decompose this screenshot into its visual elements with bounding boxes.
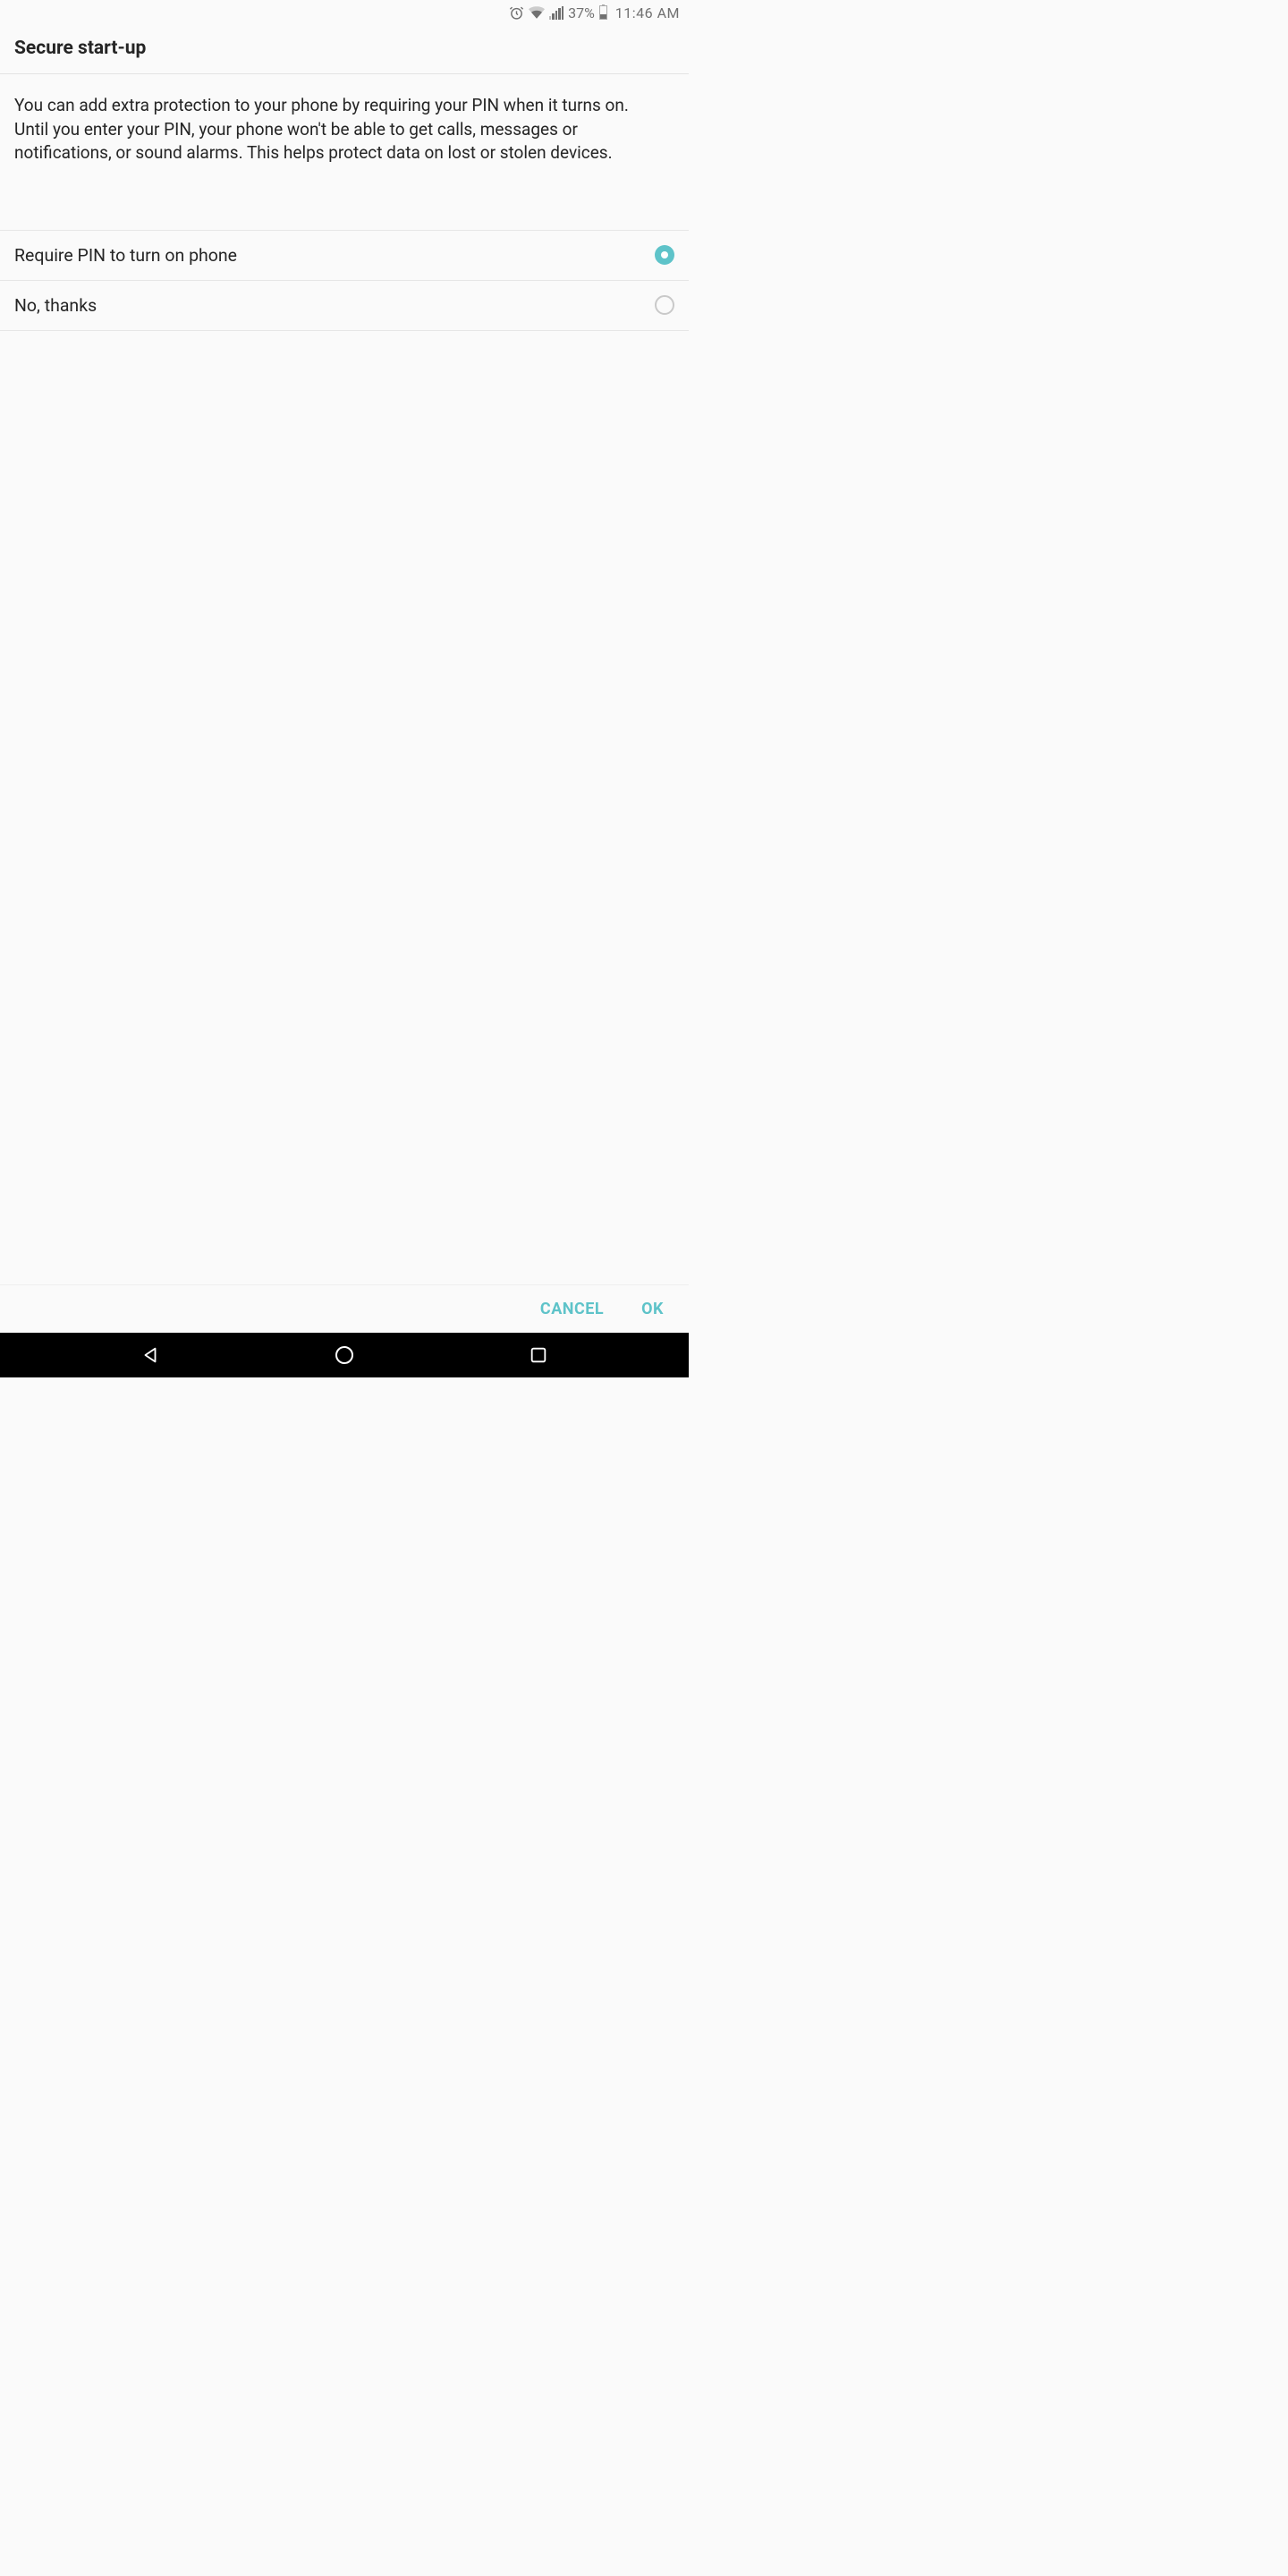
button-bar: CANCEL OK xyxy=(0,1284,689,1333)
option-require-pin[interactable]: Require PIN to turn on phone xyxy=(0,231,689,281)
back-icon[interactable] xyxy=(140,1345,160,1365)
home-icon[interactable] xyxy=(334,1344,355,1366)
alarm-icon xyxy=(509,5,524,21)
description-text: You can add extra protection to your pho… xyxy=(0,74,689,231)
radio-unselected-icon xyxy=(655,295,674,315)
option-no-thanks[interactable]: No, thanks xyxy=(0,281,689,331)
wifi-icon xyxy=(529,6,545,19)
page-title: Secure start-up xyxy=(14,38,674,59)
radio-selected-icon xyxy=(655,245,674,265)
clock-time: 11:46 AM xyxy=(615,4,680,21)
cancel-button[interactable]: CANCEL xyxy=(540,1300,604,1318)
option-label: No, thanks xyxy=(14,295,97,316)
status-bar: 37% 11:46 AM xyxy=(0,0,689,25)
battery-percent: 37% xyxy=(568,4,595,21)
recent-apps-icon[interactable] xyxy=(529,1345,548,1365)
signal-icon xyxy=(549,6,564,20)
ok-button[interactable]: OK xyxy=(641,1300,664,1318)
header: Secure start-up xyxy=(0,25,689,74)
battery-icon xyxy=(599,5,607,20)
spacer xyxy=(0,331,689,1284)
navigation-bar xyxy=(0,1333,689,1377)
option-label: Require PIN to turn on phone xyxy=(14,245,237,266)
